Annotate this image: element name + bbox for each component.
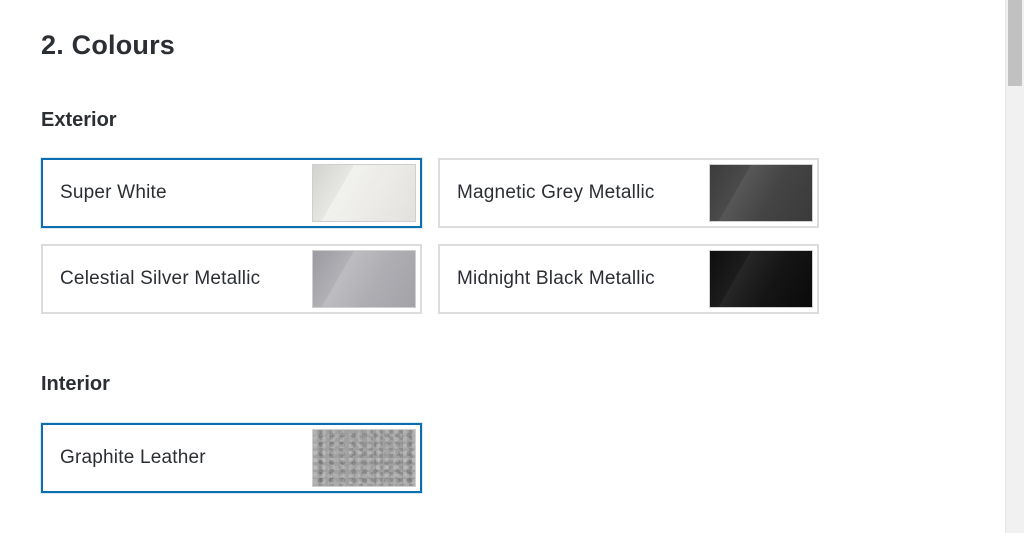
swatch-label: Celestial Silver Metallic [60, 268, 261, 289]
swatch-option-super-white[interactable]: Super White [41, 158, 422, 228]
colour-chip-magnetic-grey [709, 164, 813, 222]
swatch-option-magnetic-grey-metallic[interactable]: Magnetic Grey Metallic [438, 158, 819, 228]
swatch-label: Graphite Leather [60, 447, 206, 468]
colour-chip-midnight-black [709, 250, 813, 308]
scrollbar-thumb[interactable] [1008, 0, 1022, 86]
colour-chip-celestial-silver [312, 250, 416, 308]
exterior-heading: Exterior [41, 109, 117, 131]
exterior-swatch-grid: Super White Magnetic Grey Metallic Celes… [41, 158, 819, 314]
swatch-label: Midnight Black Metallic [457, 268, 655, 289]
page: 2. Colours Exterior Super White Magnetic… [0, 0, 1024, 533]
colour-chip-super-white [312, 164, 416, 222]
section-title: 2. Colours [41, 30, 176, 60]
vertical-scrollbar[interactable] [1005, 0, 1024, 533]
colour-chip-graphite-leather [312, 429, 416, 487]
interior-swatch-grid: Graphite Leather [41, 423, 819, 493]
swatch-label: Magnetic Grey Metallic [457, 182, 655, 203]
swatch-label: Super White [60, 182, 167, 203]
swatch-option-graphite-leather[interactable]: Graphite Leather [41, 423, 422, 493]
swatch-option-midnight-black-metallic[interactable]: Midnight Black Metallic [438, 244, 819, 314]
interior-heading: Interior [41, 373, 110, 395]
swatch-option-celestial-silver-metallic[interactable]: Celestial Silver Metallic [41, 244, 422, 314]
